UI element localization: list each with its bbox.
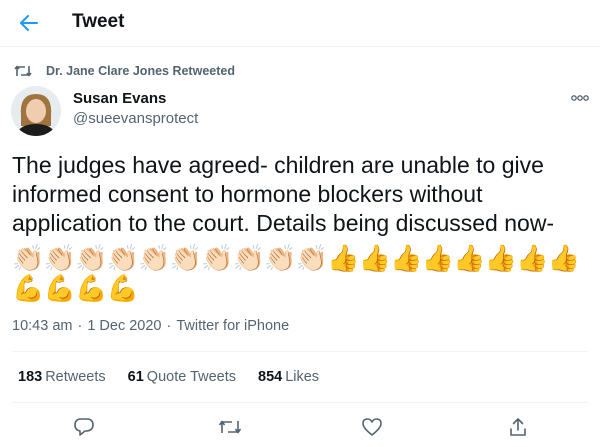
tweet-source[interactable]: Twitter for iPhone [176, 318, 289, 334]
retweet-icon [218, 420, 242, 434]
retweet-button[interactable] [217, 414, 243, 440]
likes-stat[interactable]: 854 Likes [258, 369, 319, 385]
page-title: Tweet [72, 11, 125, 32]
more-icon [571, 95, 589, 101]
retweets-count: 183 [18, 369, 43, 385]
reply-icon [74, 418, 94, 436]
emoji: 👍 [358, 243, 391, 273]
emoji: 👏🏻 [232, 243, 265, 273]
retweet-icon [14, 63, 34, 79]
back-button[interactable] [14, 8, 44, 38]
tweet-text: The judges have agreed- children are una… [12, 152, 555, 236]
quotes-label: Quote Tweets [146, 369, 236, 385]
emoji: 👍 [516, 243, 549, 273]
meta-separator: · [166, 318, 172, 334]
emoji: 👏🏻 [264, 243, 297, 273]
tweet-emoji-line-2: 💪 💪 💪 💪 [12, 273, 139, 304]
like-button[interactable] [359, 414, 385, 440]
like-icon [362, 418, 382, 436]
retweets-stat[interactable]: 183 Retweets [18, 369, 106, 385]
author-name[interactable]: Susan Evans [73, 90, 166, 107]
quote-tweets-stat[interactable]: 61 Quote Tweets [128, 369, 236, 385]
emoji: 👏🏻 [106, 243, 139, 273]
action-bar [0, 412, 600, 442]
emoji: 👍 [547, 243, 580, 273]
tweet-date[interactable]: 1 Dec 2020 [87, 318, 161, 334]
back-arrow-icon [20, 15, 38, 31]
divider [12, 402, 588, 403]
author-handle[interactable]: @sueevansprotect [73, 110, 198, 127]
emoji: 👏🏻 [75, 243, 108, 273]
emoji: 👏🏻 [12, 243, 45, 273]
share-button[interactable] [505, 414, 531, 440]
meta-separator: · [77, 318, 83, 334]
emoji: 👏🏻 [43, 243, 76, 273]
quotes-count: 61 [127, 369, 144, 385]
emoji: 👍 [453, 243, 486, 273]
reply-button[interactable] [71, 414, 97, 440]
emoji: 💪 [106, 273, 139, 303]
emoji: 👏🏻 [138, 243, 171, 273]
likes-count: 854 [258, 369, 283, 385]
emoji: 👍 [421, 243, 454, 273]
tweet-time[interactable]: 10:43 am [12, 318, 72, 334]
emoji: 💪 [75, 273, 108, 303]
tweet-stats: 183 Retweets 61 Quote Tweets 854 Likes [18, 369, 319, 385]
avatar[interactable] [11, 86, 61, 136]
retweet-context: Dr. Jane Clare Jones Retweeted [14, 62, 235, 80]
more-options-button[interactable] [570, 92, 590, 104]
retweets-label: Retweets [45, 369, 106, 385]
emoji: 👏🏻 [169, 243, 202, 273]
emoji: 💪 [43, 273, 76, 303]
divider [12, 351, 588, 352]
tweet-emoji-line: 👏🏻 👏🏻 👏🏻 👏🏻 👏🏻 👏🏻 👏🏻 👏🏻 👏🏻 👏🏻 👍 👍 👍 👍 👍 👍 👍 👍 [12, 243, 592, 274]
emoji: 👍 [484, 243, 517, 273]
share-icon [510, 418, 526, 436]
emoji: 💪 [12, 273, 45, 303]
emoji: 👏🏻 [295, 243, 328, 273]
header: Tweet [0, 0, 600, 47]
emoji: 👏🏻 [201, 243, 234, 273]
tweet-meta: 10:43 am · 1 Dec 2020 · Twitter for iPho… [12, 318, 289, 334]
retweeted-by-link[interactable]: Dr. Jane Clare Jones Retweeted [46, 64, 235, 78]
emoji: 👍 [390, 243, 423, 273]
emoji: 👍 [327, 243, 360, 273]
likes-label: Likes [285, 369, 320, 385]
